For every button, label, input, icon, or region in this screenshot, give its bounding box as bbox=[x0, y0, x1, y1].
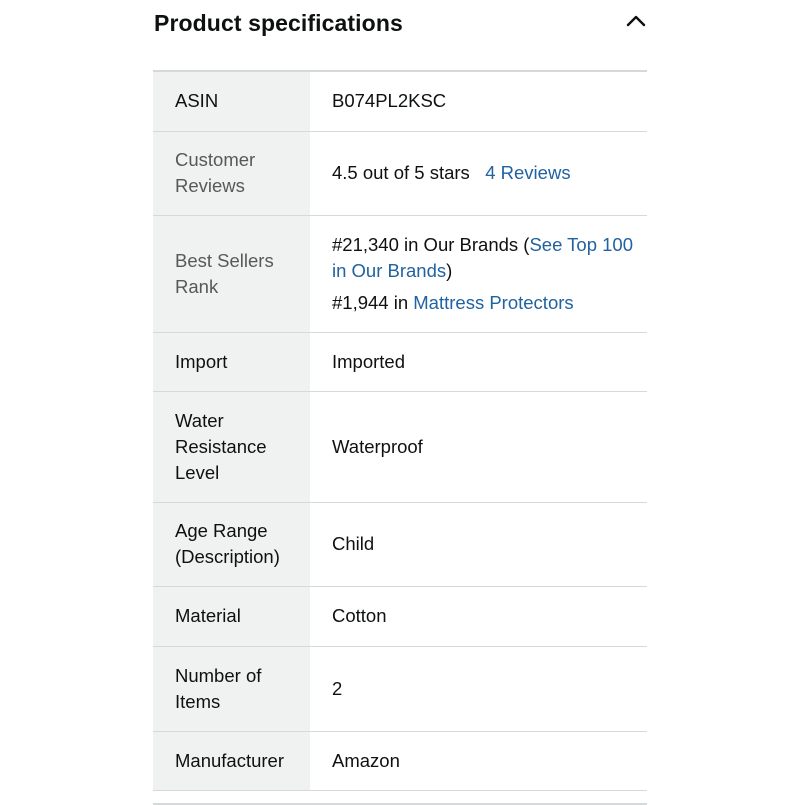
rank-text: #1,944 in bbox=[332, 291, 414, 313]
spec-value-asin: B074PL2KSC bbox=[310, 72, 647, 132]
spec-value-water-resistance: Waterproof bbox=[310, 391, 647, 503]
table-row: Best Sellers Rank #21,340 in Our Brands … bbox=[153, 215, 647, 333]
table-row: Material Cotton bbox=[153, 586, 647, 647]
specifications-table: ASIN B074PL2KSC Customer Reviews 4.5 out… bbox=[153, 72, 647, 791]
spec-label-customer-reviews: Customer Reviews bbox=[153, 131, 310, 216]
spec-value-material: Cotton bbox=[310, 586, 647, 647]
spec-value-manufacturer: Amazon bbox=[310, 731, 647, 791]
spec-value-best-sellers-rank: #21,340 in Our Brands (See Top 100 in Ou… bbox=[310, 215, 647, 333]
table-row: ASIN B074PL2KSC bbox=[153, 72, 647, 132]
table-row: Manufacturer Amazon bbox=[153, 731, 647, 791]
rank-text-suffix: ) bbox=[446, 259, 453, 281]
section-header[interactable]: Product specifications bbox=[153, 0, 647, 72]
table-row: Age Range (Description) Child bbox=[153, 502, 647, 587]
spec-label-water-resistance: Water Resistance Level bbox=[153, 391, 310, 503]
reviews-link[interactable]: 4 Reviews bbox=[485, 162, 570, 183]
rank-line-overall: #21,340 in Our Brands (See Top 100 in Ou… bbox=[332, 232, 633, 284]
rating-text: 4.5 out of 5 stars bbox=[332, 162, 470, 183]
section-divider bbox=[153, 802, 647, 805]
spec-label-material: Material bbox=[153, 586, 310, 647]
spec-value-number-of-items: 2 bbox=[310, 646, 647, 732]
chevron-up-icon[interactable] bbox=[625, 10, 647, 32]
spec-value-customer-reviews: 4.5 out of 5 stars 4 Reviews bbox=[310, 131, 647, 216]
spec-label-manufacturer: Manufacturer bbox=[153, 731, 310, 791]
spec-label-asin: ASIN bbox=[153, 72, 310, 132]
rank-line-category: #1,944 in Mattress Protectors bbox=[332, 290, 633, 316]
product-specifications-panel: Product specifications ASIN B074PL2KSC C… bbox=[153, 0, 647, 805]
mattress-protectors-link[interactable]: Mattress Protectors bbox=[413, 292, 573, 313]
spec-value-age-range: Child bbox=[310, 502, 647, 587]
table-row: Water Resistance Level Waterproof bbox=[153, 391, 647, 503]
spec-value-import: Imported bbox=[310, 332, 647, 392]
spec-label-best-sellers-rank: Best Sellers Rank bbox=[153, 215, 310, 333]
rank-text: #21,340 in Our Brands ( bbox=[332, 233, 530, 255]
table-row: Customer Reviews 4.5 out of 5 stars 4 Re… bbox=[153, 131, 647, 216]
spec-label-number-of-items: Number of Items bbox=[153, 646, 310, 732]
spec-label-age-range: Age Range (Description) bbox=[153, 502, 310, 587]
table-row: Import Imported bbox=[153, 332, 647, 392]
table-row: Number of Items 2 bbox=[153, 646, 647, 732]
spec-label-import: Import bbox=[153, 332, 310, 392]
section-title: Product specifications bbox=[154, 10, 403, 36]
